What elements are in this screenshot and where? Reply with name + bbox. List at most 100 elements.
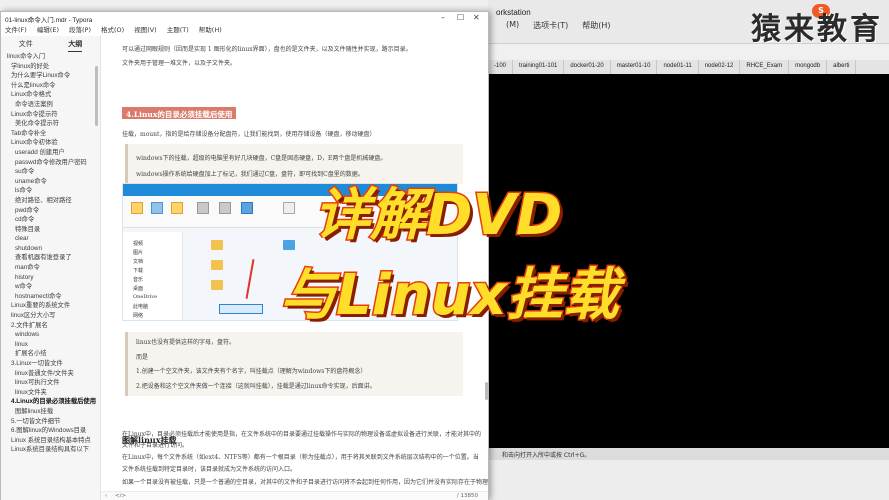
sidebar: 文件 大纲 linux命令入门 学linux的好处 为什么要学Linux命令 什么是l… bbox=[1, 36, 101, 500]
outline-item[interactable]: linux命令入门 bbox=[1, 52, 100, 62]
document-area[interactable]: 可以通过网眼规则（因而是实现 1 图形化的linux界面），盘也的是文件夹，以及… bbox=[101, 36, 488, 491]
typora-menubar: 文件(F) 编辑(E) 段落(P) 格式(O) 视图(V) 主题(T) 帮助(H… bbox=[1, 24, 488, 36]
outline-item[interactable]: linux区分大小写 bbox=[1, 311, 100, 321]
red-arrow-icon bbox=[245, 259, 255, 299]
session-tab[interactable]: node01-11 bbox=[657, 60, 699, 74]
outline-item[interactable]: clear bbox=[1, 234, 100, 244]
outline-item[interactable]: Linux命令提示符 bbox=[1, 110, 100, 120]
back-icon[interactable]: ‹ bbox=[105, 493, 107, 499]
menu-file[interactable]: 文件(F) bbox=[5, 24, 27, 36]
drive-highlight bbox=[219, 304, 263, 314]
nav-item: 文档 bbox=[133, 259, 144, 265]
outline-item[interactable]: w命令 bbox=[1, 282, 100, 292]
maximize-icon[interactable]: ☐ bbox=[457, 13, 464, 22]
sidebar-scrollbar[interactable] bbox=[95, 66, 98, 126]
outline-item[interactable]: 3.Linux一切皆文件 bbox=[1, 359, 100, 369]
nav-item: 图片 bbox=[133, 250, 144, 256]
screenshot-titlebar bbox=[123, 184, 457, 196]
folder-icon bbox=[131, 202, 143, 214]
section-heading: 4.Linux的目录必须挂载后使用 bbox=[122, 107, 237, 119]
menu-paragraph[interactable]: 段落(P) bbox=[69, 24, 91, 36]
bg-menu-item[interactable]: 选项卡(T) bbox=[533, 20, 568, 31]
session-tab[interactable]: master01-10 bbox=[611, 60, 658, 74]
document-scrollbar[interactable] bbox=[485, 382, 488, 400]
session-tab[interactable]: RHCE_Exam bbox=[740, 60, 790, 74]
outline-item[interactable]: 2.文件扩展名 bbox=[1, 321, 100, 331]
blockquote: linux也没有提供这样的字母，盘符。 而是 1.创建一个空文件夹，该文件夹有个… bbox=[125, 332, 463, 396]
outline-item[interactable]: 5.一切皆文件细节 bbox=[1, 417, 100, 427]
outline-item[interactable]: Linux系统目录结构具有以下 bbox=[1, 445, 100, 455]
session-tab[interactable]: mongodb bbox=[789, 60, 828, 74]
outline-item[interactable]: su命令 bbox=[1, 167, 100, 177]
bg-menu-item[interactable]: (M) bbox=[506, 20, 519, 31]
menu-edit[interactable]: 编辑(E) bbox=[37, 24, 59, 36]
outline-item[interactable]: 查看机器有谁登录了 bbox=[1, 253, 100, 263]
outline-item[interactable]: 4.Linux的目录必须挂载后使用 bbox=[1, 397, 100, 407]
typora-window: 01-linux命令入门.mdr - Typora – ☐ ✕ 文件(F) 编辑… bbox=[0, 11, 489, 500]
terminal-area[interactable] bbox=[488, 74, 889, 458]
outline-item[interactable]: Tab命令补全 bbox=[1, 129, 100, 139]
session-tabs: -100 training01-101 docker01-20 master01… bbox=[488, 60, 889, 74]
outline-item[interactable]: pwd命令 bbox=[1, 206, 100, 216]
quote-line: 而是 bbox=[136, 354, 149, 361]
outline-item[interactable]: 图解linux挂载 bbox=[1, 407, 100, 417]
outline-item[interactable]: Linux重要的系统文件 bbox=[1, 301, 100, 311]
outline-item[interactable]: 学linux的好处 bbox=[1, 62, 100, 72]
outline-item[interactable]: ls命令 bbox=[1, 186, 100, 196]
outline-item[interactable]: linux可执行文件 bbox=[1, 378, 100, 388]
outline-item[interactable]: passwd命令修改用户密码 bbox=[1, 158, 100, 168]
nav-item: 音乐 bbox=[133, 277, 144, 283]
outline-item[interactable]: linux文件夹 bbox=[1, 388, 100, 398]
outline-item[interactable]: man命令 bbox=[1, 263, 100, 273]
menu-format[interactable]: 格式(O) bbox=[101, 24, 124, 36]
outline-item[interactable]: 6.图解linux的Windows目录 bbox=[1, 426, 100, 436]
menu-view[interactable]: 视图(V) bbox=[134, 24, 157, 36]
outline-item[interactable]: 绝对路径、相对路径 bbox=[1, 196, 100, 206]
nav-item: 下载 bbox=[133, 268, 144, 274]
outline-item[interactable]: 特殊目录 bbox=[1, 225, 100, 235]
screenshot-nav-pane: 视频 图片 文档 下载 音乐 桌面 OneDrive 此电脑 网络 bbox=[123, 232, 183, 320]
outline-list: linux命令入门 学linux的好处 为什么要学Linux命令 什么是linux命令… bbox=[1, 52, 100, 455]
outline-item[interactable]: useradd 创建用户 bbox=[1, 148, 100, 158]
outline-item[interactable]: linux普通文件/文件夹 bbox=[1, 369, 100, 379]
outline-item[interactable]: 什么是linux命令 bbox=[1, 81, 100, 91]
word-count[interactable]: / 13850 bbox=[457, 493, 478, 499]
tab-files[interactable]: 文件 bbox=[19, 39, 33, 52]
background-title: orkstation bbox=[496, 8, 531, 17]
source-code-icon[interactable]: </> bbox=[115, 493, 126, 499]
window-title: 01-linux命令入门.mdr - Typora bbox=[5, 17, 93, 24]
outline-item[interactable]: Linux 系统目录结构基本特点 bbox=[1, 436, 100, 446]
folder-icon bbox=[171, 202, 183, 214]
outline-item[interactable]: linux bbox=[1, 340, 100, 350]
paragraph: 如果一个目录没有被挂载，只是一个普通的空目录，对其中的文件和子目录进行访问将不会… bbox=[122, 479, 488, 486]
outline-item[interactable]: hostnamectl命令 bbox=[1, 292, 100, 302]
menu-help[interactable]: 帮助(H) bbox=[199, 24, 222, 36]
outline-item[interactable]: Linux命令初体验 bbox=[1, 138, 100, 148]
outline-item[interactable]: 扩展名小结 bbox=[1, 349, 100, 359]
blockquote: windows下的挂载，超级的电脑里有好几块硬盘，C盘是固态硬盘，D，E两个盘是… bbox=[125, 144, 463, 184]
outline-item[interactable]: shutdown bbox=[1, 244, 100, 254]
paragraph: 在Linux中，每个文件系统（如ext4、NTFS等）都有一个根目录（称为挂载点… bbox=[122, 454, 479, 461]
outline-item[interactable]: windows bbox=[1, 330, 100, 340]
folder-icon bbox=[211, 280, 223, 290]
outline-item[interactable]: uname命令 bbox=[1, 177, 100, 187]
menu-theme[interactable]: 主题(T) bbox=[167, 24, 189, 36]
session-tab[interactable]: docker01-20 bbox=[564, 60, 611, 74]
outline-item[interactable]: cd命令 bbox=[1, 215, 100, 225]
minimize-icon[interactable]: – bbox=[441, 13, 445, 22]
outline-item[interactable]: 为什么要学Linux命令 bbox=[1, 71, 100, 81]
session-tab[interactable]: node02-12 bbox=[699, 60, 741, 74]
outline-item[interactable]: 命令语法案例 bbox=[1, 100, 100, 110]
tab-outline[interactable]: 大纲 bbox=[68, 39, 83, 52]
bg-menu-item[interactable]: 帮助(H) bbox=[582, 20, 610, 31]
session-tab[interactable]: training01-101 bbox=[513, 60, 565, 74]
outline-item[interactable]: 美化命令提示符 bbox=[1, 119, 100, 129]
session-tab[interactable]: alberti bbox=[827, 60, 857, 74]
session-tab[interactable]: -100 bbox=[488, 60, 514, 74]
quote-line: windows操作系统给硬盘加上了标记，我们通过C盘，盘符，即可找到C盘里的数据… bbox=[136, 171, 364, 178]
close-icon[interactable]: ✕ bbox=[473, 13, 480, 22]
folder-icon bbox=[211, 260, 223, 270]
outline-item[interactable]: Linux命令格式 bbox=[1, 90, 100, 100]
outline-item[interactable]: history bbox=[1, 273, 100, 283]
nav-item: OneDrive bbox=[133, 294, 158, 300]
